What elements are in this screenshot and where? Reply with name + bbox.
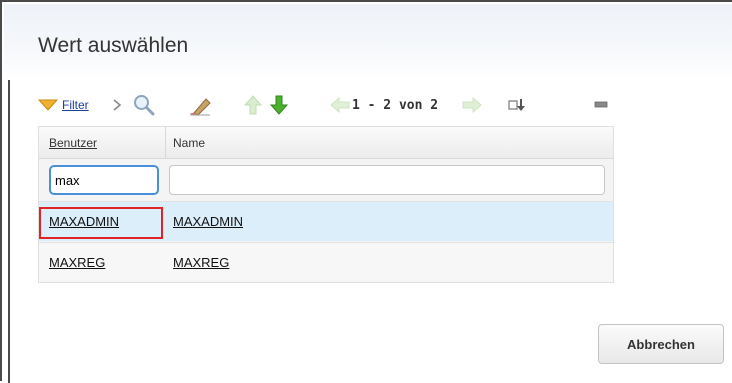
cancel-button[interactable]: Abbrechen [598,324,724,364]
chevron-right-icon[interactable] [112,90,126,120]
column-divider [165,127,166,159]
benutzer-cell[interactable]: MAXADMIN [49,214,119,229]
table-row[interactable]: MAXADMIN MAXADMIN [39,201,613,241]
search-icon[interactable] [132,90,158,120]
benutzer-cell[interactable]: MAXREG [49,255,105,270]
column-header-benutzer[interactable]: Benutzer [49,136,97,150]
filter-link[interactable]: Filter [62,98,89,112]
select-value-dialog: Wert auswählen Filter 1 - 2 von 2 Benutz… [0,0,732,383]
window-edge [8,52,10,383]
table-header: Benutzer Name [39,127,613,159]
sort-down-icon[interactable] [270,90,292,120]
name-filter-input[interactable] [169,165,605,195]
filter-funnel-icon[interactable] [38,90,60,120]
pager-text: 1 - 2 von 2 [352,97,439,113]
dialog-header: Wert auswählen [4,4,732,80]
previous-page-icon[interactable] [330,90,352,120]
benutzer-filter-input[interactable] [49,165,159,195]
column-header-name[interactable]: Name [173,136,205,150]
clear-filter-eraser-icon[interactable] [188,90,214,120]
results-table: Benutzer Name MAXADMIN MAXADMIN MAXREG M… [38,126,614,283]
sort-up-icon[interactable] [244,90,266,120]
table-row[interactable]: MAXREG MAXREG [39,242,613,282]
next-page-icon[interactable] [462,90,484,120]
name-cell[interactable]: MAXREG [173,255,229,270]
filter-row [39,159,613,201]
minimize-icon[interactable] [594,90,610,120]
table-toolbar: Filter 1 - 2 von 2 [38,90,614,120]
name-cell[interactable]: MAXADMIN [173,214,243,229]
download-icon[interactable] [508,90,530,120]
dialog-title: Wert auswählen [38,34,189,57]
